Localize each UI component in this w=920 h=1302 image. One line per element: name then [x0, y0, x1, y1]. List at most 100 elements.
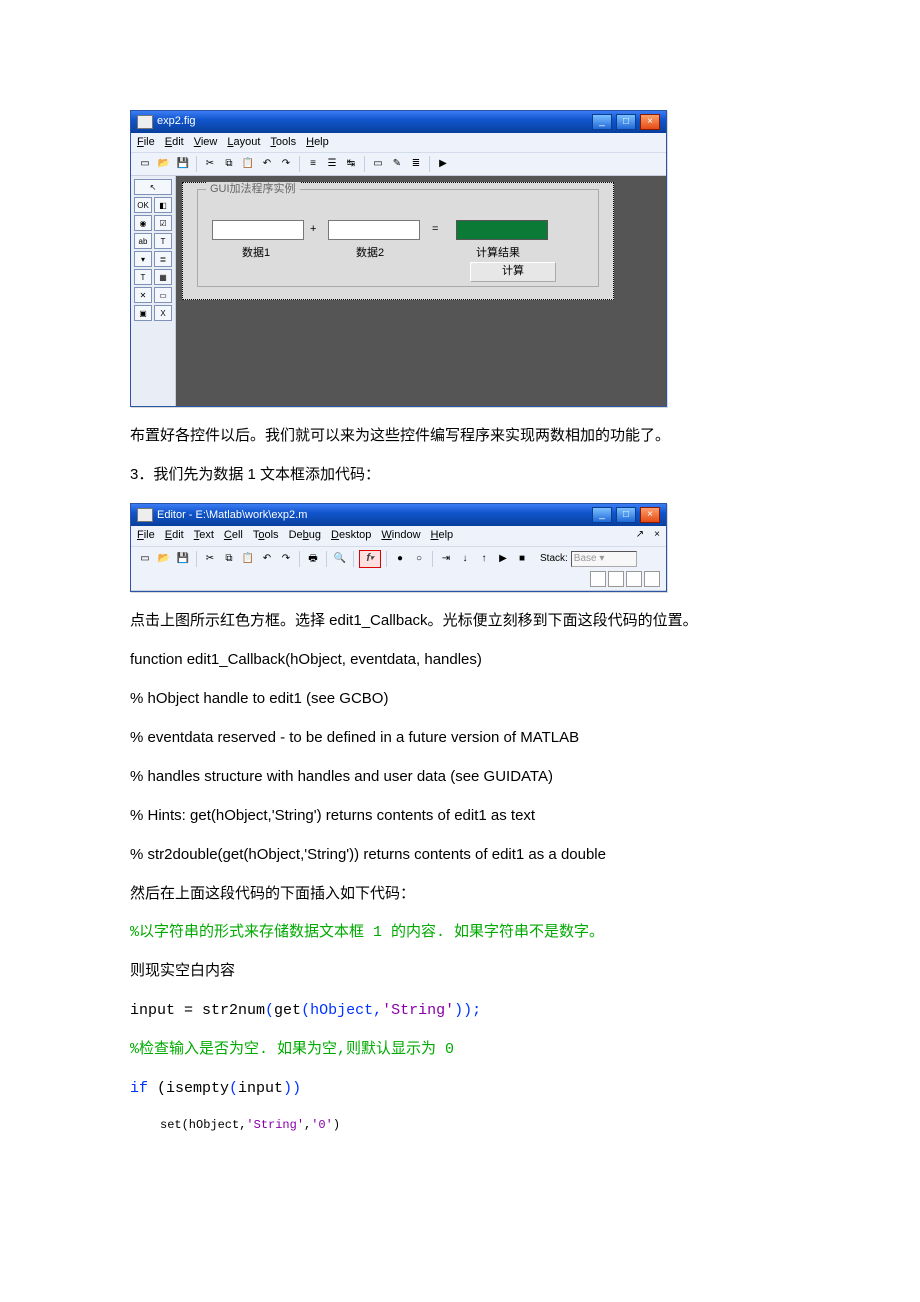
- edit-tool[interactable]: ab: [134, 233, 152, 249]
- stack-label: Stack:: [540, 552, 568, 566]
- data1-label: 数据1: [242, 246, 270, 261]
- guide-app-icon: [137, 115, 153, 129]
- table-tool[interactable]: ▦: [154, 269, 172, 285]
- slider-tool[interactable]: ◧: [154, 197, 172, 213]
- menu-file[interactable]: File: [137, 135, 155, 150]
- code-c2: % eventdata reserved - to be defined in …: [130, 727, 790, 748]
- emenu-cell[interactable]: Cell: [224, 528, 243, 543]
- editor-window: Editor - E:\Matlab\work\exp2.m _ □ × Fil…: [130, 503, 667, 591]
- guide-titlebar: exp2.fig _ □ ×: [131, 111, 666, 133]
- axes-tool[interactable]: ✕: [134, 287, 152, 303]
- print-icon[interactable]: 🖶: [305, 551, 321, 567]
- buttongroup-tool[interactable]: ▣: [134, 305, 152, 321]
- radio-tool[interactable]: ◉: [134, 215, 152, 231]
- step-in-icon[interactable]: ↓: [457, 551, 473, 567]
- component-palette: ↖ OK ◧ ◉ ☑ ab T ▾ ≣ T ▦ ✕ ▭ ▣ X: [131, 176, 176, 406]
- guide-title-text: exp2.fig: [157, 114, 196, 129]
- code-c4: % Hints: get(hObject,'String') returns c…: [130, 805, 790, 826]
- menu-view[interactable]: View: [194, 135, 218, 150]
- redo-icon[interactable]: ↷: [278, 156, 294, 172]
- code-line-if: if (isempty(input)): [130, 1078, 790, 1099]
- redo-icon[interactable]: ↷: [278, 551, 294, 567]
- step-icon[interactable]: ⇥: [438, 551, 454, 567]
- close-doc-icon[interactable]: ×: [654, 528, 660, 543]
- undo-icon[interactable]: ↶: [259, 551, 275, 567]
- editor-close-button[interactable]: ×: [640, 507, 660, 523]
- pushbutton-tool[interactable]: OK: [134, 197, 152, 213]
- pointer-tool[interactable]: ↖: [134, 179, 172, 195]
- data1-input[interactable]: [212, 220, 304, 240]
- find-icon[interactable]: 🔍: [332, 551, 348, 567]
- run-icon[interactable]: ▶: [435, 156, 451, 172]
- guide-canvas[interactable]: GUI加法程序实例 + = 数据1 数据2 计算结果 计算: [176, 176, 666, 406]
- maximize-button[interactable]: □: [616, 114, 636, 130]
- checkbox-tool[interactable]: ☑: [154, 215, 172, 231]
- green-comment-2: %检查输入是否为空. 如果为空,则默认显示为 0: [130, 1039, 790, 1060]
- window-layout-buttons[interactable]: [590, 571, 660, 587]
- editor-titlebar: Editor - E:\Matlab\work\exp2.m _ □ ×: [131, 504, 666, 526]
- cut-icon[interactable]: ✂: [202, 551, 218, 567]
- activex-tool[interactable]: X: [154, 305, 172, 321]
- step-out-icon[interactable]: ↑: [476, 551, 492, 567]
- inspector-icon[interactable]: ≣: [408, 156, 424, 172]
- editor-minimize-button[interactable]: _: [592, 507, 612, 523]
- editor-menubar: File Edit Text Cell Tools Debug Desktop …: [131, 526, 666, 546]
- toggle-tool[interactable]: T: [134, 269, 152, 285]
- toolbar-ed-icon[interactable]: ▭: [370, 156, 386, 172]
- close-button[interactable]: ×: [640, 114, 660, 130]
- calc-button[interactable]: 计算: [470, 262, 556, 282]
- gui-form[interactable]: GUI加法程序实例 + = 数据1 数据2 计算结果 计算: [182, 182, 614, 300]
- continue-icon[interactable]: ▶: [495, 551, 511, 567]
- editor-title-text: Editor - E:\Matlab\work\exp2.m: [157, 508, 307, 523]
- mfile-editor-icon[interactable]: ✎: [389, 156, 405, 172]
- data2-input[interactable]: [328, 220, 420, 240]
- emenu-debug[interactable]: Debug: [289, 528, 321, 543]
- save-icon[interactable]: 💾: [175, 156, 191, 172]
- popup-tool[interactable]: ▾: [134, 251, 152, 267]
- stack-dropdown[interactable]: Base ▾: [571, 551, 637, 567]
- menu-edit[interactable]: Edit: [165, 135, 184, 150]
- paragraph-2: 3．我们先为数据 1 文本框添加代码：: [130, 464, 790, 485]
- minimize-button[interactable]: _: [592, 114, 612, 130]
- new-file-icon[interactable]: ▭: [137, 551, 153, 567]
- emenu-desktop[interactable]: Desktop: [331, 528, 371, 543]
- paste-icon[interactable]: 📋: [240, 551, 256, 567]
- emenu-window[interactable]: Window: [381, 528, 420, 543]
- copy-icon[interactable]: ⧉: [221, 156, 237, 172]
- emenu-tools[interactable]: Tools: [253, 528, 279, 543]
- open-file-icon[interactable]: 📂: [156, 551, 172, 567]
- paste-icon[interactable]: 📋: [240, 156, 256, 172]
- stop-icon[interactable]: ■: [514, 551, 530, 567]
- align-icon[interactable]: ≡: [305, 156, 321, 172]
- cut-icon[interactable]: ✂: [202, 156, 218, 172]
- functions-button[interactable]: f▾: [359, 550, 381, 568]
- plus-label: +: [310, 222, 316, 237]
- tabord-icon[interactable]: ↹: [343, 156, 359, 172]
- dock-icon[interactable]: ↗: [636, 528, 644, 543]
- editor-maximize-button[interactable]: □: [616, 507, 636, 523]
- emenu-file[interactable]: File: [137, 528, 155, 543]
- emenu-text[interactable]: Text: [194, 528, 214, 543]
- code-c1: % hObject handle to edit1 (see GCBO): [130, 688, 790, 709]
- save-file-icon[interactable]: 💾: [175, 551, 191, 567]
- menued-icon[interactable]: ☰: [324, 156, 340, 172]
- open-icon[interactable]: 📂: [156, 156, 172, 172]
- panel-tool[interactable]: ▭: [154, 287, 172, 303]
- form-panel[interactable]: GUI加法程序实例 + = 数据1 数据2 计算结果 计算: [197, 189, 599, 287]
- new-icon[interactable]: ▭: [137, 156, 153, 172]
- stack-value: Base: [574, 552, 597, 566]
- code-line-set: set(hObject,'String','0'): [130, 1117, 790, 1134]
- copy-icon[interactable]: ⧉: [221, 551, 237, 567]
- undo-icon[interactable]: ↶: [259, 156, 275, 172]
- breakpoint-clear-icon[interactable]: ○: [411, 551, 427, 567]
- panel-title: GUI加法程序实例: [206, 182, 300, 197]
- menu-tools[interactable]: Tools: [270, 135, 296, 150]
- menu-layout[interactable]: Layout: [227, 135, 260, 150]
- emenu-help[interactable]: Help: [431, 528, 454, 543]
- text-tool[interactable]: T: [154, 233, 172, 249]
- listbox-tool[interactable]: ≣: [154, 251, 172, 267]
- breakpoint-set-icon[interactable]: ●: [392, 551, 408, 567]
- guide-body: ↖ OK ◧ ◉ ☑ ab T ▾ ≣ T ▦ ✕ ▭ ▣ X GUI加法程序实…: [131, 176, 666, 406]
- menu-help[interactable]: Help: [306, 135, 329, 150]
- emenu-edit[interactable]: Edit: [165, 528, 184, 543]
